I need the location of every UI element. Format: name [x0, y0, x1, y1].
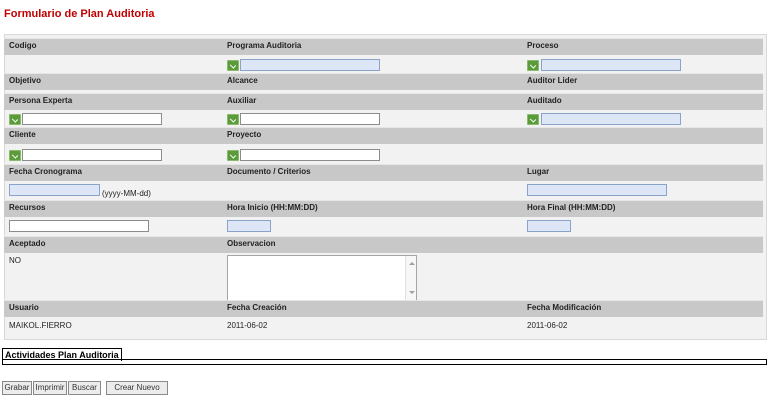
header-row	[4, 38, 763, 55]
cliente-field[interactable]	[22, 149, 162, 161]
label-hora-inicio: Hora Inicio (HH:MM:DD)	[227, 203, 318, 212]
label-codigo: Codigo	[9, 41, 37, 50]
label-programa-auditoria: Programa Auditoria	[227, 41, 302, 50]
scroll-down-icon[interactable]	[409, 291, 415, 294]
hora-inicio-field[interactable]	[227, 220, 271, 232]
imprimir-button[interactable]: Imprimir	[33, 381, 67, 395]
date-format-hint: (yyyy-MM-dd)	[102, 189, 151, 198]
label-fecha-creacion: Fecha Creación	[227, 303, 287, 312]
label-fecha-cronograma: Fecha Cronograma	[9, 167, 82, 176]
crear-nuevo-button[interactable]: Crear Nuevo	[106, 381, 168, 395]
proceso-field[interactable]	[541, 59, 681, 71]
label-persona-experta: Persona Experta	[9, 96, 73, 105]
proyecto-field[interactable]	[240, 149, 380, 161]
buscar-button[interactable]: Buscar	[68, 381, 101, 395]
label-hora-final: Hora Final (HH:MM:DD)	[527, 203, 616, 212]
header-row	[4, 164, 763, 181]
scroll-up-icon[interactable]	[409, 262, 415, 265]
usuario-value: MAIKOL.FIERRO	[9, 321, 72, 330]
section-divider	[2, 359, 767, 365]
label-lugar: Lugar	[527, 167, 550, 176]
label-cliente: Cliente	[9, 130, 36, 139]
lugar-field[interactable]	[527, 184, 667, 196]
lookup-programa-icon[interactable]	[227, 60, 239, 71]
auditado-field[interactable]	[541, 113, 681, 125]
hora-final-field[interactable]	[527, 220, 571, 232]
lookup-cliente-icon[interactable]	[9, 150, 21, 161]
fecha-cronograma-field[interactable]	[9, 184, 100, 196]
label-proyecto: Proyecto	[227, 130, 262, 139]
programa-auditoria-field[interactable]	[240, 59, 380, 71]
label-usuario: Usuario	[9, 303, 39, 312]
label-auditado: Auditado	[527, 96, 562, 105]
label-aceptado: Aceptado	[9, 239, 46, 248]
header-row	[4, 200, 763, 217]
label-documento-criterios: Documento / Criterios	[227, 167, 311, 176]
label-proceso: Proceso	[527, 41, 559, 50]
label-objetivo: Objetivo	[9, 76, 42, 85]
header-row	[4, 73, 763, 90]
observacion-textarea[interactable]	[227, 255, 417, 301]
header-row	[4, 127, 763, 144]
textarea-scrollbar[interactable]	[405, 256, 416, 300]
lookup-persona-experta-icon[interactable]	[9, 114, 21, 125]
lookup-auxiliar-icon[interactable]	[227, 114, 239, 125]
header-row	[4, 300, 763, 317]
label-observacion: Observacion	[227, 239, 276, 248]
label-auxiliar: Auxiliar	[227, 96, 257, 105]
lookup-proceso-icon[interactable]	[527, 60, 539, 71]
lookup-proyecto-icon[interactable]	[227, 150, 239, 161]
recursos-field[interactable]	[9, 220, 149, 232]
grabar-button[interactable]: Grabar	[2, 381, 32, 395]
page-title: Formulario de Plan Auditoria	[4, 8, 155, 20]
fecha-creacion-value: 2011-06-02	[227, 321, 268, 330]
auxiliar-field[interactable]	[240, 113, 380, 125]
header-row	[4, 93, 763, 110]
header-row	[4, 236, 763, 253]
aceptado-value: NO	[9, 256, 21, 265]
lookup-auditado-icon[interactable]	[527, 114, 539, 125]
label-fecha-modificacion: Fecha Modificación	[527, 303, 602, 312]
persona-experta-field[interactable]	[22, 113, 162, 125]
label-recursos: Recursos	[9, 203, 46, 212]
fecha-modificacion-value: 2011-06-02	[527, 321, 568, 330]
label-alcance: Alcance	[227, 76, 258, 85]
label-auditor-lider: Auditor Lider	[527, 76, 578, 85]
